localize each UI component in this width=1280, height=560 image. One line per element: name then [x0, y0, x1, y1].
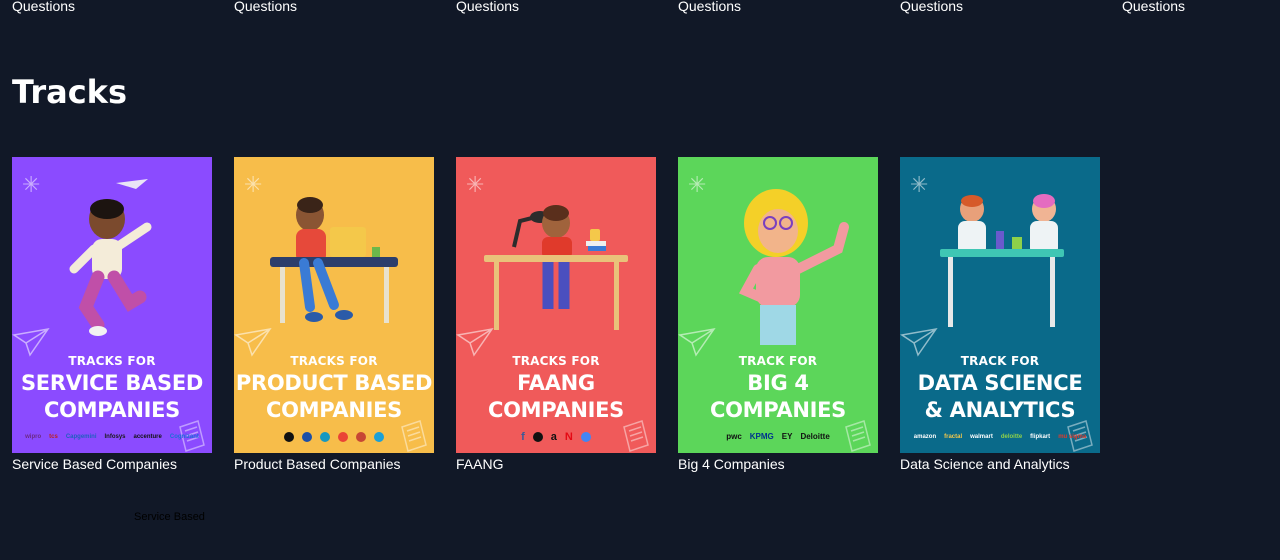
logo-deloitte: deloitte — [1000, 434, 1023, 440]
logo-amazon: amazon — [913, 434, 937, 440]
previous-section-labels: Questions Questions Questions Questions … — [0, 0, 1280, 18]
poster-line3: & ANALYTICS — [924, 398, 1076, 422]
logo-flipkart: flipkart — [1030, 434, 1051, 440]
poster-line2: BIG 4 — [747, 371, 809, 395]
poster-line2: PRODUCT BASED — [235, 371, 433, 395]
track-poster[interactable]: ✳ TRACKS FOR FAANG COMPANIES f a N — [456, 157, 656, 453]
questions-label-5[interactable]: Questions — [900, 0, 963, 14]
poster-line2: DATA SCIENCE — [917, 371, 1083, 395]
company-logos: f a N — [456, 430, 656, 444]
logo-tcs: tcs — [49, 434, 58, 440]
poster-line1: TRACK FOR — [960, 354, 1040, 368]
poster-line3: COMPANIES — [709, 398, 847, 422]
poster-line3: COMPANIES — [487, 398, 625, 422]
company-logos: wipro tcs Capgemini Infosys accenture Co… — [12, 430, 212, 444]
logo-netflix: N — [564, 431, 573, 443]
track-card-data-science[interactable]: ✳ TRACK FOR DATA SCIENCE & ANALYTICS ama… — [900, 157, 1100, 472]
logo-accenture: accenture — [133, 434, 162, 440]
poster-line1: TRACKS FOR — [68, 354, 156, 368]
track-title[interactable]: FAANG — [456, 456, 656, 472]
logo-cognizant: Cognizant — [169, 434, 199, 440]
logo-ey: EY — [781, 432, 793, 441]
logo-google — [580, 432, 591, 442]
track-poster[interactable]: ✳ TRACKS FOR PRODUCT BASED COMPANIES — [234, 157, 434, 453]
logo-amazon: a — [550, 431, 557, 443]
logo-capgemini: Capgemini — [65, 434, 97, 440]
track-title[interactable]: Service Based Companies — [12, 456, 212, 472]
logo-google — [338, 432, 348, 442]
track-title[interactable]: Product Based Companies — [234, 456, 434, 472]
logo-apple — [532, 432, 543, 442]
logo-apple — [284, 432, 294, 442]
logo-salesforce — [320, 432, 330, 442]
company-logos: pwc KPMG EY Deloitte — [678, 430, 878, 444]
questions-label-2[interactable]: Questions — [234, 0, 297, 14]
questions-label-4[interactable]: Questions — [678, 0, 741, 14]
poster-line1: TRACKS FOR — [290, 354, 378, 368]
track-card-big4[interactable]: ✳ TRACK FOR BIG 4 COMPANIES pwc KPMG EY … — [678, 157, 878, 472]
track-card-product-based[interactable]: ✳ TRACKS FOR PRODUCT BASED COMPANIES Pro… — [234, 157, 434, 472]
questions-label-6[interactable]: Questions — [1122, 0, 1185, 14]
poster-line3: COMPANIES — [265, 398, 403, 422]
logo-oracle — [356, 432, 366, 442]
track-poster[interactable]: ✳ TRACKS FOR SERVICE BASED COMPANIES wip… — [12, 157, 212, 453]
company-logos: amazon fractal walmart deloitte flipkart… — [900, 430, 1100, 444]
logo-kpmg: KPMG — [749, 432, 774, 441]
logo-fractal: fractal — [944, 434, 963, 440]
poster-line2: SERVICE BASED — [20, 371, 204, 395]
logo-mu-sigma: mu sigma — [1058, 434, 1087, 440]
track-title[interactable]: Data Science and Analytics — [900, 456, 1100, 472]
track-poster[interactable]: ✳ TRACK FOR BIG 4 COMPANIES pwc KPMG EY … — [678, 157, 878, 453]
poster-line2: FAANG — [517, 371, 595, 395]
poster-line1: TRACKS FOR — [512, 354, 600, 368]
questions-label-3[interactable]: Questions — [456, 0, 519, 14]
track-title[interactable]: Big 4 Companies — [678, 456, 878, 472]
logo-facebook: f — [521, 431, 525, 443]
section-title: Tracks — [12, 73, 127, 111]
broken-image-alt-text: Service Based — [134, 511, 205, 523]
track-poster[interactable]: ✳ TRACK FOR DATA SCIENCE & ANALYTICS ama… — [900, 157, 1100, 453]
logo-cisco — [374, 432, 384, 442]
logo-pwc: pwc — [726, 432, 742, 441]
company-logos — [234, 430, 434, 444]
questions-label-1[interactable]: Questions — [12, 0, 75, 14]
logo-walmart: walmart — [970, 434, 993, 440]
track-card-service-based[interactable]: ✳ TRACKS FOR SERVICE BASED COMPANIES wip… — [12, 157, 212, 472]
logo-infosys: Infosys — [104, 434, 126, 440]
logo-samsung — [302, 432, 312, 442]
track-card-faang[interactable]: ✳ TRACKS FOR FAANG COMPANIES f a N FAANG — [456, 157, 656, 472]
logo-wipro: wipro — [25, 434, 42, 440]
poster-line1: TRACK FOR — [738, 354, 818, 368]
poster-line3: COMPANIES — [43, 398, 181, 422]
logo-deloitte: Deloitte — [800, 432, 830, 441]
